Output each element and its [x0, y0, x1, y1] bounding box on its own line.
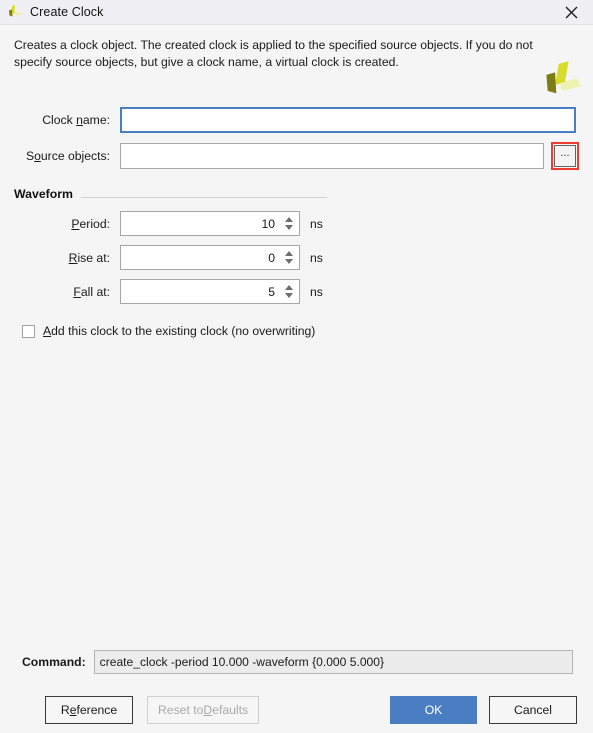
waveform-group-divider — [81, 197, 327, 198]
clock-name-input[interactable] — [120, 107, 576, 133]
period-stepper[interactable]: 10 — [120, 211, 300, 236]
rise-at-row: Rise at: 0 ns — [14, 245, 579, 270]
rise-at-stepper-arrows[interactable] — [281, 246, 299, 269]
dialog-title: Create Clock — [30, 5, 104, 19]
form-area: Clock name: Source objects: ... — [0, 107, 593, 170]
period-value[interactable]: 10 — [121, 212, 281, 235]
command-row: Command: create_clock -period 10.000 -wa… — [0, 650, 593, 674]
close-icon[interactable] — [549, 0, 593, 25]
fall-at-unit: ns — [310, 284, 323, 299]
reset-to-defaults-button: Reset to Defaults — [147, 696, 260, 724]
period-label: Period: — [71, 216, 110, 231]
vivado-logo-icon — [539, 61, 581, 101]
browse-button[interactable]: ... — [554, 145, 576, 167]
period-row: Period: 10 ns — [14, 211, 579, 236]
cancel-button[interactable]: Cancel — [489, 696, 577, 724]
add-clock-checkbox-row[interactable]: Add this clock to the existing clock (no… — [22, 324, 579, 338]
command-label: Command: — [22, 655, 86, 669]
period-unit: ns — [310, 216, 323, 231]
fall-at-stepper[interactable]: 5 — [120, 279, 300, 304]
fall-at-row: Fall at: 5 ns — [14, 279, 579, 304]
source-objects-browse-highlight: ... — [551, 142, 579, 170]
chevron-up-icon[interactable] — [284, 285, 293, 290]
chevron-up-icon[interactable] — [284, 251, 293, 256]
waveform-group-title: Waveform — [14, 187, 73, 201]
chevron-up-icon[interactable] — [284, 217, 293, 222]
reference-button[interactable]: Re ference — [45, 696, 133, 724]
chevron-down-icon[interactable] — [284, 293, 293, 298]
fall-at-label: Fall at: — [73, 284, 110, 299]
fall-at-stepper-arrows[interactable] — [281, 280, 299, 303]
ok-button[interactable]: OK — [390, 696, 477, 724]
rise-at-stepper[interactable]: 0 — [120, 245, 300, 270]
chevron-down-icon[interactable] — [284, 225, 293, 230]
rise-at-value[interactable]: 0 — [121, 246, 281, 269]
source-objects-input[interactable] — [120, 143, 544, 169]
fall-at-value[interactable]: 5 — [121, 280, 281, 303]
description-area: Creates a clock object. The created cloc… — [0, 25, 593, 94]
waveform-group: Waveform Period: 10 ns Rise at: 0 ns Fal… — [14, 187, 579, 304]
rise-at-label: Rise at: — [68, 250, 110, 265]
chevron-down-icon[interactable] — [284, 259, 293, 264]
dialog-button-bar: Re ference Reset to Defaults OK Cancel — [0, 695, 593, 725]
source-objects-row: Source objects: ... — [14, 142, 579, 170]
clock-name-row: Clock name: — [14, 107, 579, 133]
add-clock-checkbox[interactable] — [22, 324, 35, 338]
clock-name-label: Clock name: — [42, 113, 110, 127]
period-stepper-arrows[interactable] — [281, 212, 299, 235]
command-value: create_clock -period 10.000 -waveform {0… — [93, 650, 573, 674]
source-objects-label: Source objects: — [25, 149, 110, 163]
rise-at-unit: ns — [310, 250, 323, 265]
waveform-group-header: Waveform — [14, 187, 327, 201]
add-clock-checkbox-label: Add this clock to the existing clock (no… — [43, 324, 316, 338]
description-text: Creates a clock object. The created cloc… — [14, 38, 533, 69]
waveform-group-body: Period: 10 ns Rise at: 0 ns Fall at: 5 n… — [14, 201, 579, 304]
vivado-logo-icon — [7, 4, 24, 21]
dialog-title-bar: Create Clock — [0, 0, 593, 25]
